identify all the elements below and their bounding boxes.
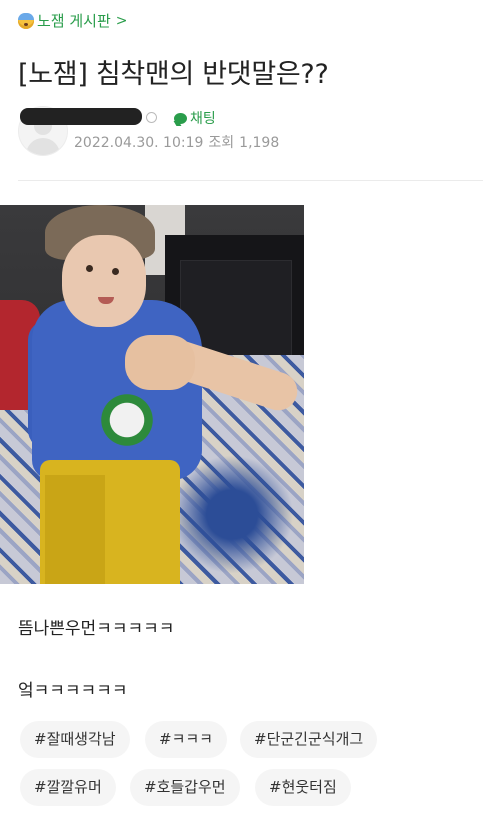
redacted-author-name [20, 108, 142, 125]
post-body-line: 엌ㅋㅋㅋㅋㅋㅋ [18, 681, 128, 701]
image-eye [112, 268, 119, 275]
chat-label: 채팅 [190, 111, 216, 127]
avatar-body-icon [26, 138, 60, 155]
board-link[interactable]: 노잼 게시판 > [18, 10, 128, 31]
tag-chip[interactable]: #현웃터짐 [255, 769, 351, 806]
image-pants-leg [45, 475, 105, 584]
post-image[interactable] [0, 205, 304, 584]
image-face [62, 235, 146, 327]
image-eye [86, 265, 93, 272]
board-name: 노잼 게시판 [37, 12, 111, 30]
tag-chip[interactable]: #잘때생각남 [20, 721, 130, 758]
post-title: [노잼] 침착맨의 반댓말은?? [18, 59, 329, 90]
divider [18, 180, 483, 181]
chat-button[interactable]: 채팅 [174, 108, 216, 128]
tag-chip[interactable]: #단군긴군식개그 [240, 721, 378, 758]
tag-chip[interactable]: #ㅋㅋㅋ [145, 721, 227, 758]
tag-chip[interactable]: #깔깔유머 [20, 769, 116, 806]
image-hands [125, 335, 195, 390]
member-grade-icon [146, 112, 157, 123]
image-shirt-print [95, 390, 175, 450]
views-label: 조회 [208, 135, 235, 151]
post-body-line: 뜸나쁜우먼ㅋㅋㅋㅋㅋ [18, 619, 175, 639]
chevron-right-icon: > [115, 12, 128, 29]
chat-bubble-icon [174, 112, 187, 124]
anxious-face-emoji-icon [18, 12, 34, 29]
post-date: 2022.04.30. 10:19 [74, 135, 204, 151]
post-meta: 2022.04.30. 10:19 조회 1,198 [74, 132, 284, 152]
author-section: 채팅 2022.04.30. 10:19 조회 1,198 [18, 106, 478, 156]
views-count: 1,198 [239, 135, 280, 151]
tag-chip[interactable]: #호들갑우먼 [130, 769, 240, 806]
